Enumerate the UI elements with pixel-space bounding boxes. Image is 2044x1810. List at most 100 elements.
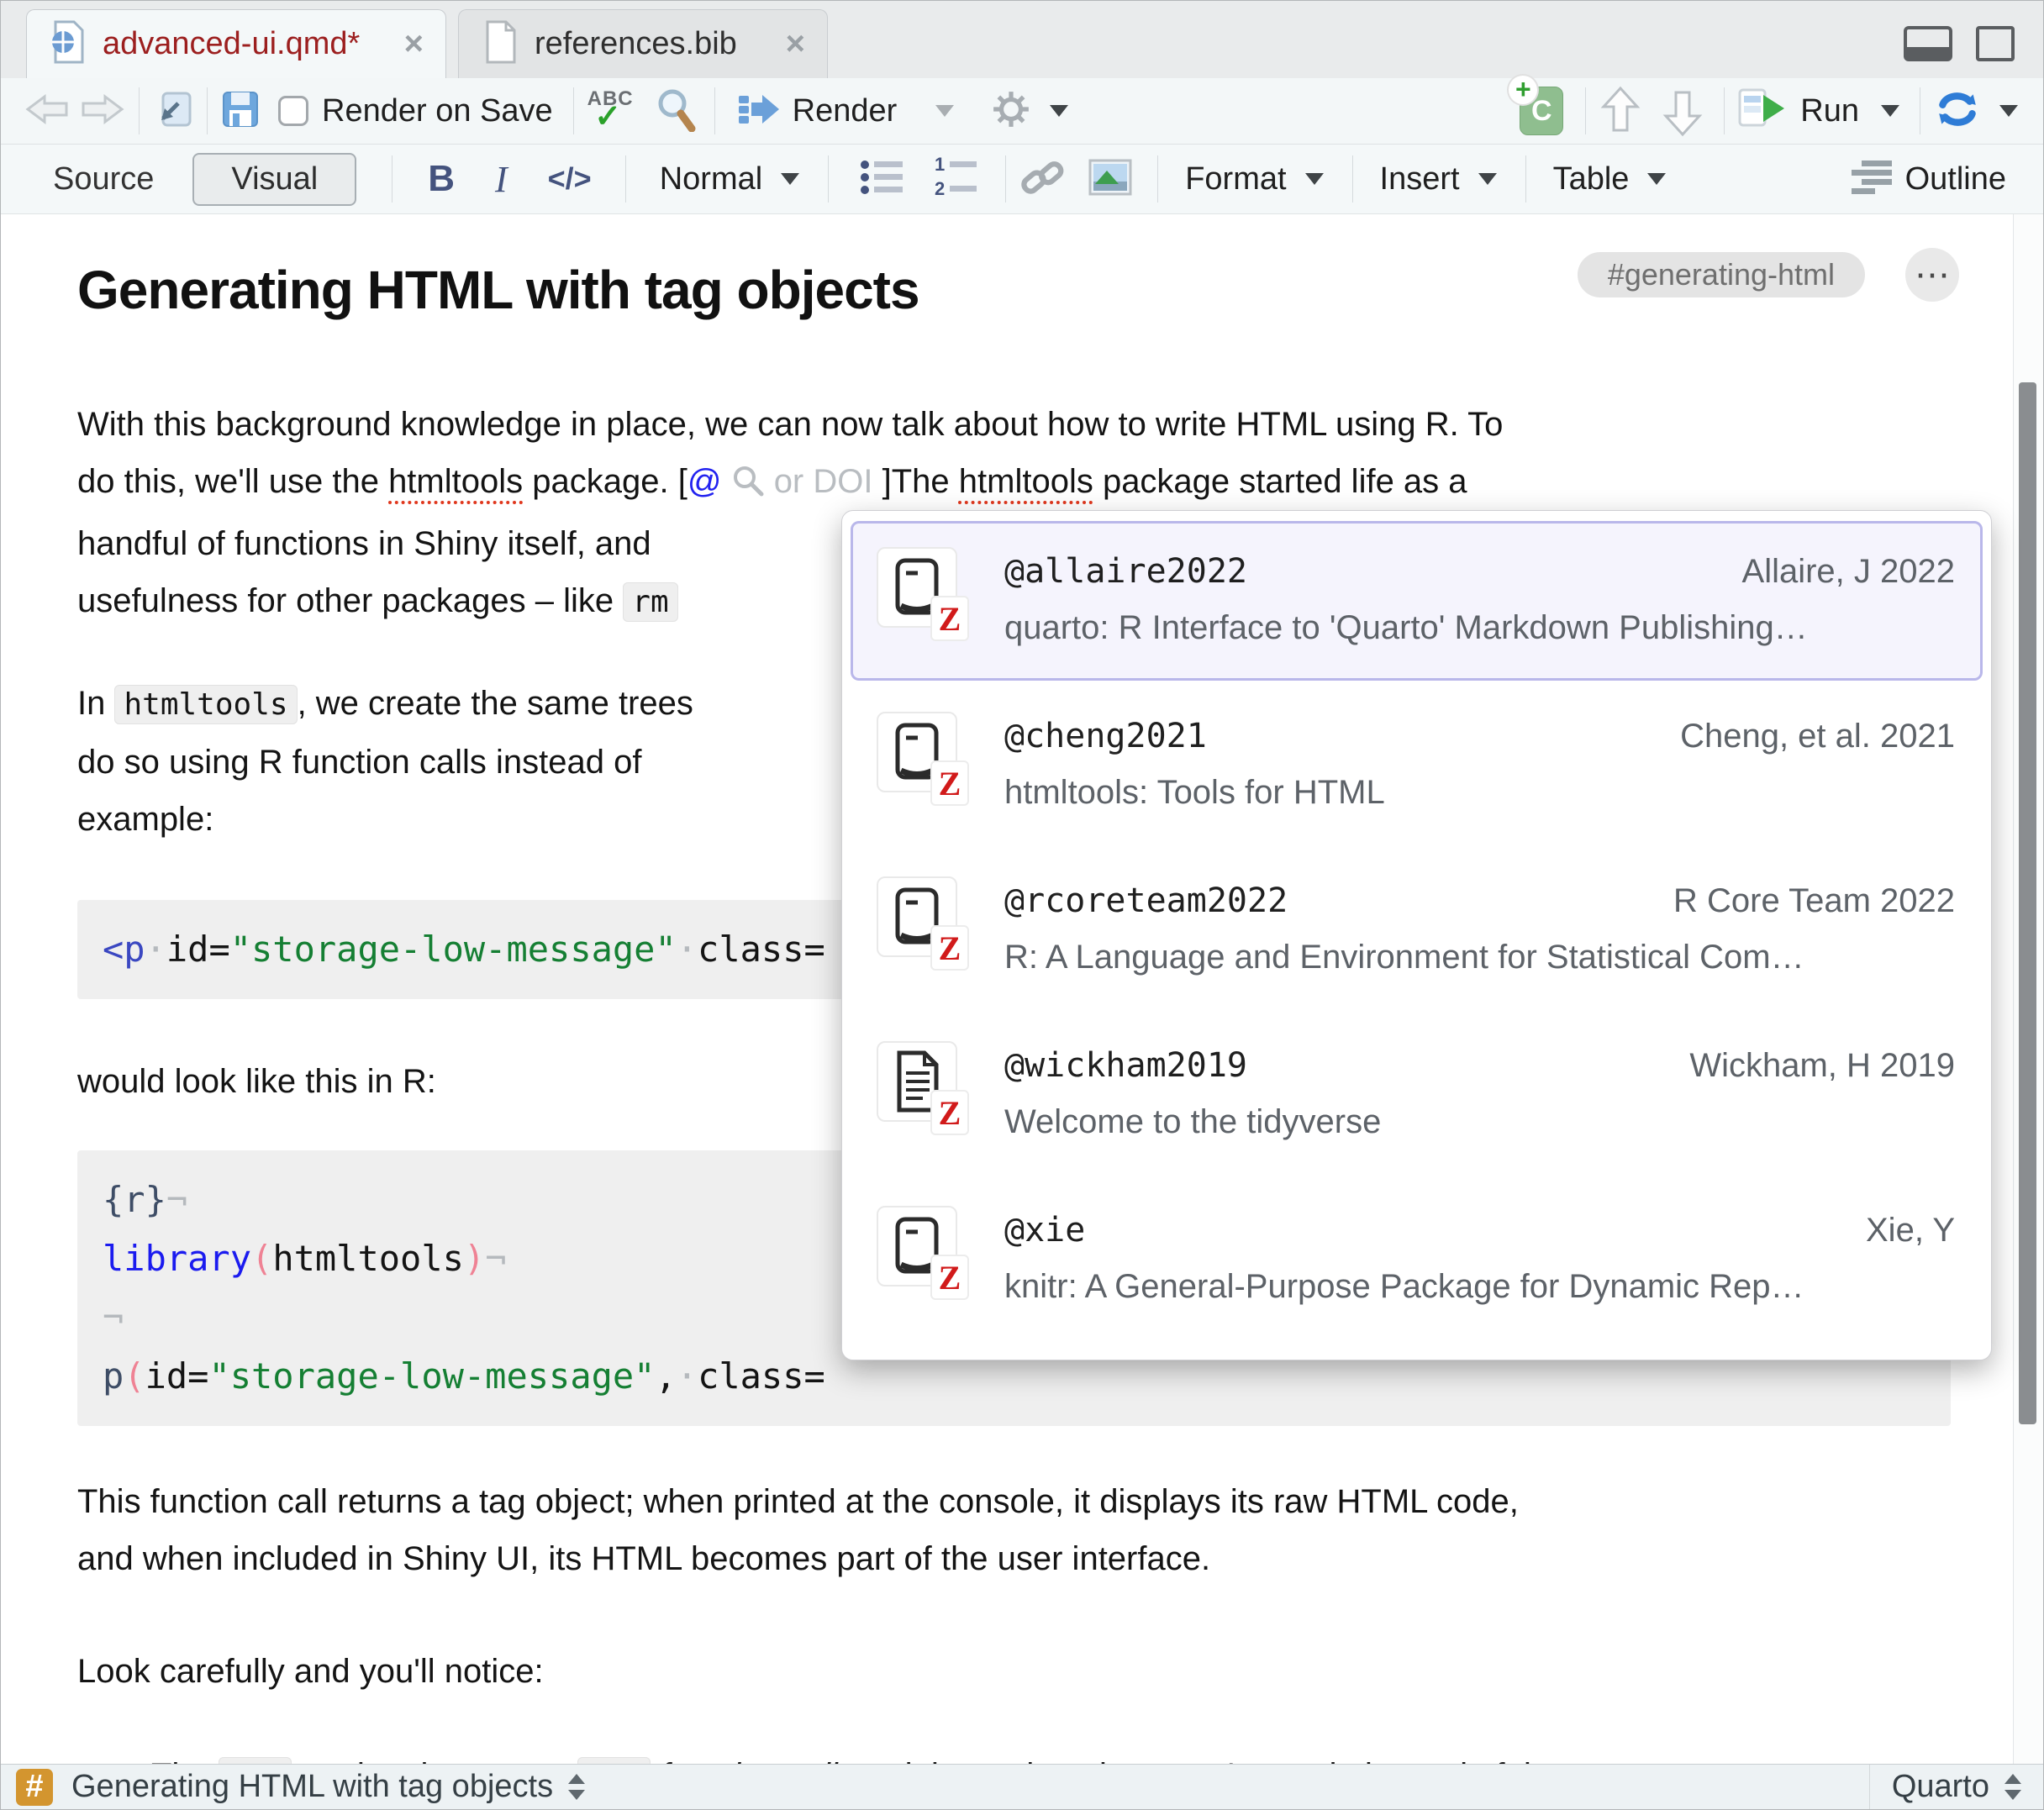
rerun-icon[interactable] xyxy=(1934,89,1981,134)
inline-code: rm xyxy=(623,582,677,622)
gear-caret-icon[interactable] xyxy=(1050,105,1068,117)
citation-title: quarto: R Interface to 'Quarto' Markdown… xyxy=(1004,609,1955,647)
table-menu[interactable]: Table xyxy=(1553,161,1630,197)
forward-icon[interactable] xyxy=(80,90,125,133)
reference-type-icon: Z xyxy=(877,547,957,628)
svg-text:1: 1 xyxy=(935,156,945,175)
insert-caret-icon[interactable] xyxy=(1478,173,1497,185)
section-menu-button[interactable]: ⋯ xyxy=(1905,248,1959,302)
code-button[interactable]: </> xyxy=(548,161,592,197)
format-caret-icon[interactable] xyxy=(1305,173,1324,185)
visual-mode-button[interactable]: Visual xyxy=(192,153,356,206)
citation-title: R: A Language and Environment for Statis… xyxy=(1004,939,1955,976)
tab-advanced-ui-qmd[interactable]: advanced-ui.qmd* × xyxy=(26,9,446,78)
go-next-chunk-icon[interactable] xyxy=(1662,85,1704,138)
reference-type-icon: Z xyxy=(877,712,957,792)
citation-item[interactable]: Z @allaire2022 Allaire, J 2022 quarto: R… xyxy=(851,521,1983,681)
rerun-options-caret-icon[interactable] xyxy=(1999,105,2018,117)
citation-author-year: Cheng, et al. 2021 xyxy=(1680,718,1955,755)
outline-toggle[interactable]: Outline xyxy=(1905,161,2006,197)
tab-references-bib[interactable]: references.bib × xyxy=(458,9,828,78)
mode-selector-icon xyxy=(2004,1774,2021,1800)
citation-title: knitr: A General-Purpose Package for Dyn… xyxy=(1004,1268,1955,1306)
citation-key: @wickham2019 xyxy=(1004,1046,1247,1085)
reference-type-icon: Z xyxy=(877,1206,957,1286)
go-previous-chunk-icon[interactable] xyxy=(1599,85,1641,138)
minimize-pane-icon[interactable] xyxy=(1904,26,1952,61)
scrollbar-thumb[interactable] xyxy=(2019,382,2036,1424)
spellcheck-icon[interactable]: ABC ✓ xyxy=(587,89,634,133)
image-icon[interactable] xyxy=(1088,159,1132,200)
quarto-file-icon xyxy=(49,20,86,68)
run-icon[interactable] xyxy=(1738,88,1788,134)
render-button[interactable]: Render xyxy=(793,93,898,129)
citation-item[interactable]: Z @xie Xie, Y knitr: A General-Purpose P… xyxy=(851,1180,1983,1339)
citation-key: @xie xyxy=(1004,1211,1085,1250)
status-section-title[interactable]: Generating HTML with tag objects xyxy=(71,1769,553,1805)
search-icon[interactable] xyxy=(656,87,698,136)
render-on-save-checkbox[interactable] xyxy=(278,96,308,126)
citation-at-sign: @ xyxy=(687,463,722,500)
run-button[interactable]: Run xyxy=(1800,93,1859,129)
window-controls xyxy=(1904,26,2015,61)
bullet-item: • The <p> tag has become a p() function … xyxy=(111,1745,2013,1765)
citation-title: Welcome to the tidyverse xyxy=(1004,1103,1955,1141)
zotero-badge: Z xyxy=(930,1255,969,1300)
citation-key: @allaire2022 xyxy=(1004,552,1247,591)
reference-type-icon: Z xyxy=(877,876,957,957)
mode-label: Quarto xyxy=(1892,1769,1989,1805)
citation-author-year: Allaire, J 2022 xyxy=(1742,553,1955,591)
open-in-new-window-icon[interactable] xyxy=(153,90,193,133)
document-mode-selector[interactable]: Quarto xyxy=(1870,1769,2043,1805)
tab-label: references.bib xyxy=(535,26,737,62)
section-selector-icon[interactable] xyxy=(568,1774,585,1800)
misspelled-word: htmltools xyxy=(388,463,523,500)
render-icon[interactable] xyxy=(737,92,781,131)
zotero-badge: Z xyxy=(930,925,969,971)
format-menu[interactable]: Format xyxy=(1185,161,1286,197)
gear-icon[interactable] xyxy=(991,89,1031,134)
file-icon xyxy=(481,20,518,68)
citation-key: @cheng2021 xyxy=(1004,717,1207,755)
citation-author-year: R Core Team 2022 xyxy=(1673,882,1955,920)
vertical-scrollbar[interactable] xyxy=(2013,214,2043,1765)
inline-code: htmltools xyxy=(114,685,297,724)
main-toolbar: Render on Save ABC ✓ Render + C xyxy=(1,78,2043,145)
citation-search-icon[interactable] xyxy=(731,458,765,515)
render-options-caret-icon[interactable] xyxy=(935,105,954,117)
editor-tab-bar: advanced-ui.qmd* × references.bib × xyxy=(1,1,2043,79)
svg-text:2: 2 xyxy=(935,178,945,198)
insert-chunk-button[interactable]: + C xyxy=(1520,87,1563,135)
close-tab-icon[interactable]: × xyxy=(404,25,424,63)
paragraph-5: Look carefully and you'll notice: xyxy=(77,1643,2013,1700)
citation-item[interactable]: Z @cheng2021 Cheng, et al. 2021 htmltool… xyxy=(851,686,1983,845)
insert-menu[interactable]: Insert xyxy=(1380,161,1460,197)
zotero-badge: Z xyxy=(930,596,969,641)
citation-author-year: Xie, Y xyxy=(1866,1212,1955,1250)
link-icon[interactable] xyxy=(1019,155,1065,204)
paragraph-4: This function call returns a tag object;… xyxy=(77,1473,2013,1587)
citation-item[interactable]: Z @wickham2019 Wickham, H 2019 Welcome t… xyxy=(851,1015,1983,1175)
citation-key: @rcoreteam2022 xyxy=(1004,881,1288,920)
zotero-badge: Z xyxy=(930,760,969,806)
italic-button[interactable]: I xyxy=(495,158,508,201)
status-bar: # Generating HTML with tag objects Quart… xyxy=(1,1764,2043,1809)
back-icon[interactable] xyxy=(24,90,70,133)
save-icon[interactable] xyxy=(221,90,260,133)
style-caret-icon[interactable] xyxy=(781,173,799,185)
render-on-save-label: Render on Save xyxy=(322,93,553,129)
section-id-badge: #generating-html xyxy=(1578,252,1865,297)
outline-icon[interactable] xyxy=(1850,159,1894,200)
misspelled-word: htmltools xyxy=(959,463,1093,500)
zotero-badge: Z xyxy=(930,1090,969,1135)
source-mode-button[interactable]: Source xyxy=(53,161,154,197)
close-tab-icon[interactable]: × xyxy=(786,25,805,63)
maximize-pane-icon[interactable] xyxy=(1976,26,2015,61)
bullet-list-icon[interactable] xyxy=(859,158,906,201)
table-caret-icon[interactable] xyxy=(1647,173,1666,185)
paragraph-style-dropdown[interactable]: Normal xyxy=(660,161,762,197)
bold-button[interactable]: B xyxy=(428,158,455,200)
citation-item[interactable]: Z @rcoreteam2022 R Core Team 2022 R: A L… xyxy=(851,850,1983,1010)
run-options-caret-icon[interactable] xyxy=(1881,105,1899,117)
numbered-list-icon[interactable]: 12 xyxy=(933,156,980,203)
